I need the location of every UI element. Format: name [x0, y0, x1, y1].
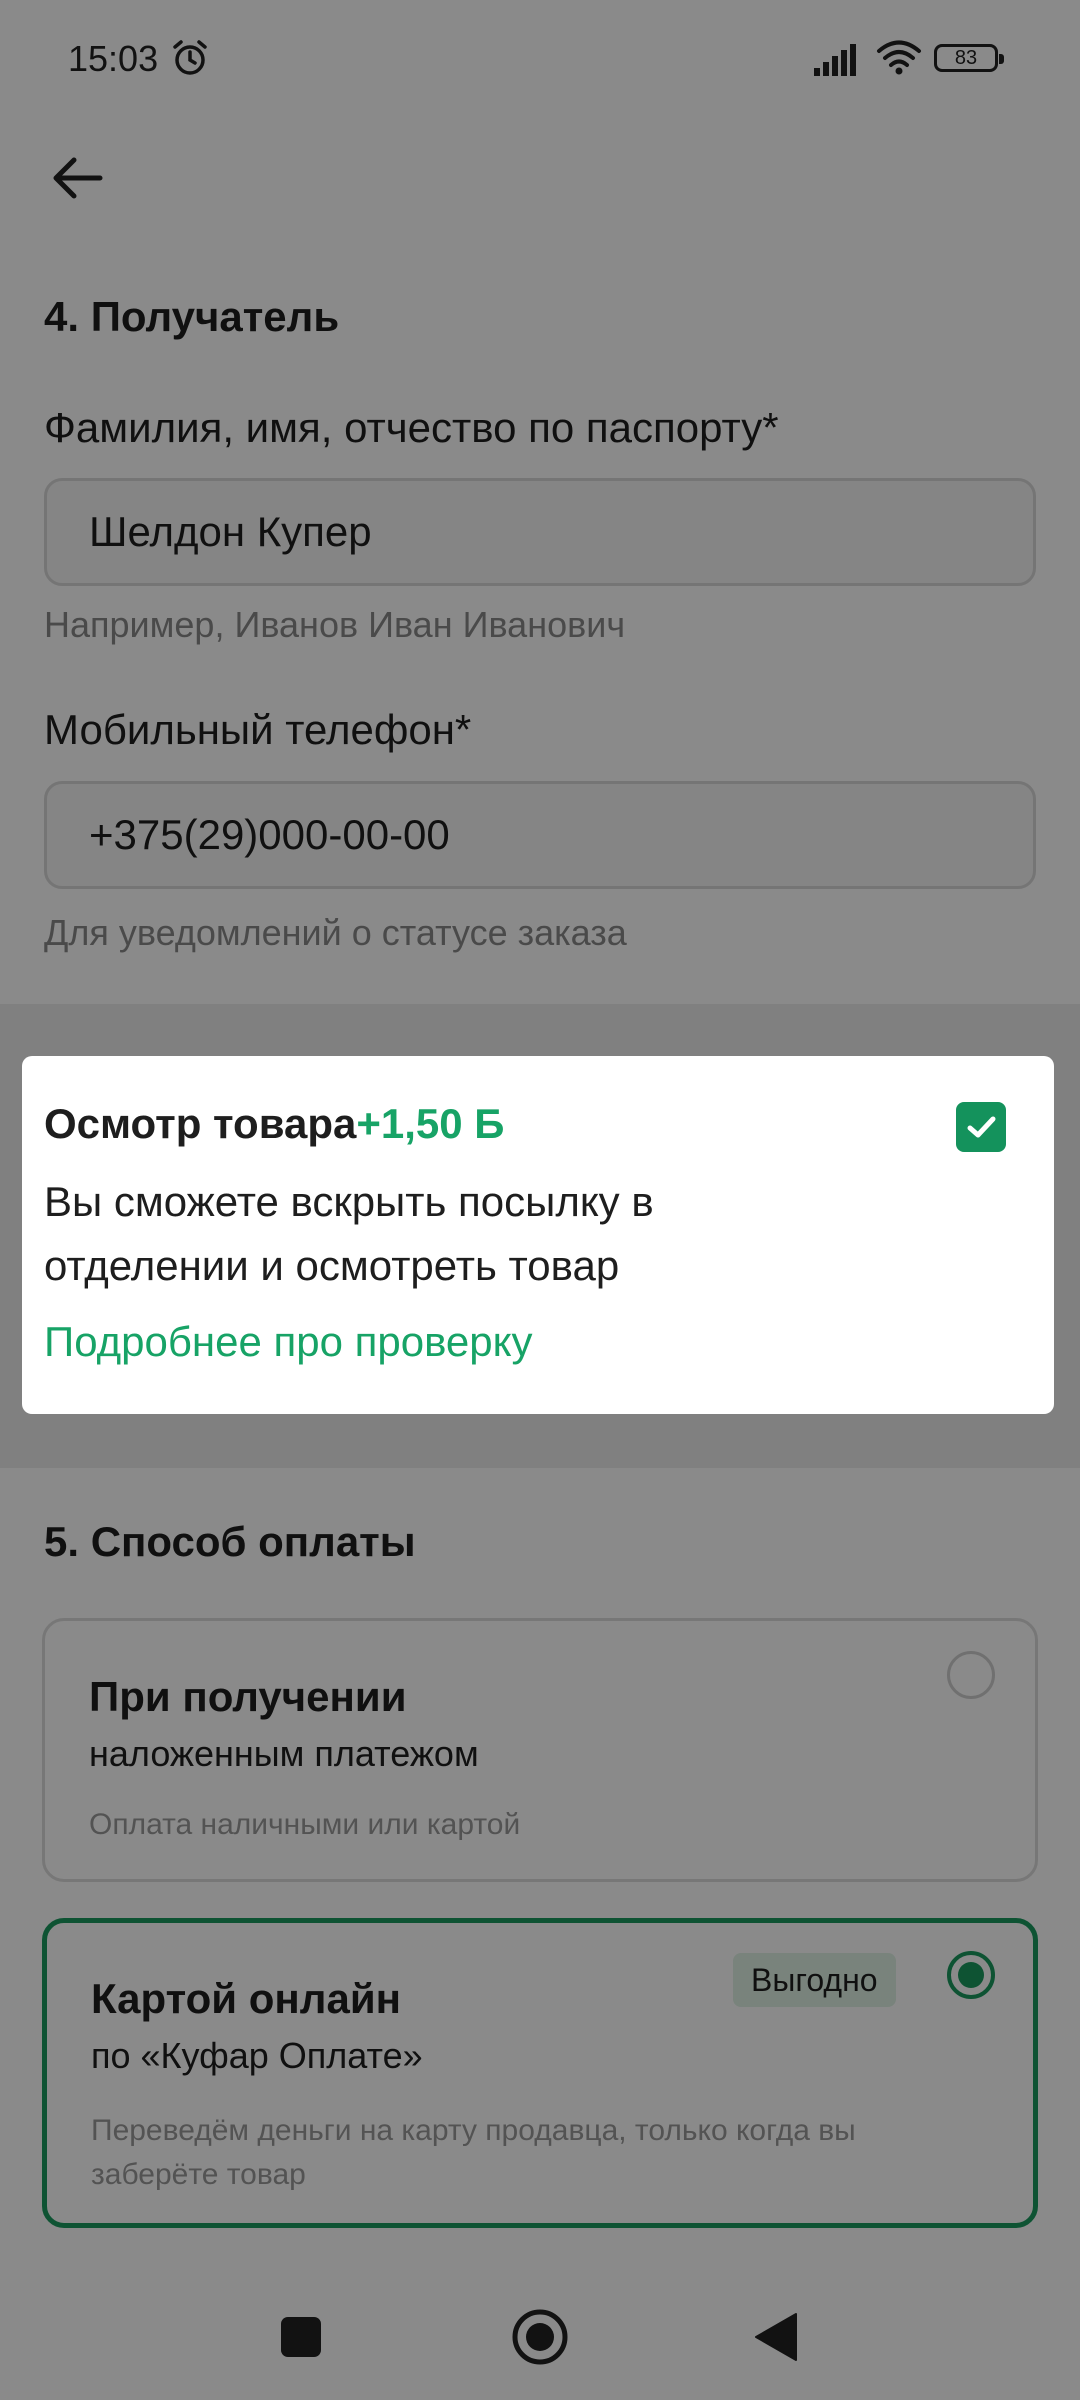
inspection-title: Осмотр товара+1,50 Б — [44, 1100, 505, 1148]
phone-label: Мобильный телефон* — [44, 706, 472, 753]
recipient-section-title: 4. Получатель — [44, 293, 340, 340]
payment-option-note: Оплата наличными или картой — [89, 1808, 521, 1841]
back-arrow-icon[interactable] — [40, 140, 116, 216]
battery-indicator: 83 — [934, 44, 1004, 72]
inspection-price: +1,50 Б — [356, 1100, 505, 1147]
payment-cash-radio[interactable] — [947, 1651, 995, 1699]
payment-option-note: Переведём деньги на карту продавца, толь… — [91, 2114, 856, 2191]
phone-hint: Для уведомлений о статусе заказа — [44, 912, 627, 953]
inspection-details-link[interactable]: Подробнее про проверку — [44, 1318, 532, 1366]
payment-card-radio[interactable] — [947, 1951, 995, 1999]
payment-option-subtitle: по «Куфар Оплате» — [91, 2035, 423, 2076]
nav-home-icon[interactable] — [511, 2308, 569, 2366]
payment-option-cash[interactable]: При получении наложенным платежом Оплата… — [42, 1618, 1038, 1882]
name-label: Фамилия, имя, отчество по паспорту* — [44, 404, 779, 451]
name-hint: Например, Иванов Иван Иванович — [44, 604, 626, 645]
payment-option-subtitle: наложенным платежом — [89, 1733, 479, 1774]
nav-back-icon[interactable] — [754, 2312, 798, 2362]
inspection-title-text: Осмотр товара — [44, 1100, 357, 1147]
nav-square-icon[interactable] — [280, 2316, 322, 2358]
phone-input[interactable] — [44, 781, 1036, 889]
payment-option-title: Картой онлайн — [91, 1975, 402, 2022]
benefit-badge: Выгодно — [733, 1953, 896, 2007]
status-bar: 15:03 83 — [0, 0, 1080, 118]
payment-option-card-online[interactable]: Картой онлайн по «Куфар Оплате» Переведё… — [42, 1918, 1038, 2228]
inspection-card: Осмотр товара+1,50 Б Вы сможете вскрыть … — [22, 1056, 1054, 1414]
payment-section-title: 5. Способ оплаты — [44, 1518, 416, 1565]
battery-level: 83 — [954, 47, 978, 69]
payment-option-title: При получении — [89, 1673, 407, 1720]
inspection-checkbox[interactable] — [956, 1102, 1006, 1152]
status-time: 15:03 — [68, 38, 159, 79]
system-nav-bar — [0, 2268, 1080, 2400]
checkmark-icon — [967, 1116, 996, 1138]
inspection-description: Вы сможете вскрыть посылку в отделении и… — [44, 1178, 654, 1289]
wifi-icon — [877, 40, 921, 75]
name-input[interactable] — [44, 478, 1036, 586]
signal-icon — [814, 44, 856, 76]
alarm-icon — [173, 40, 207, 75]
